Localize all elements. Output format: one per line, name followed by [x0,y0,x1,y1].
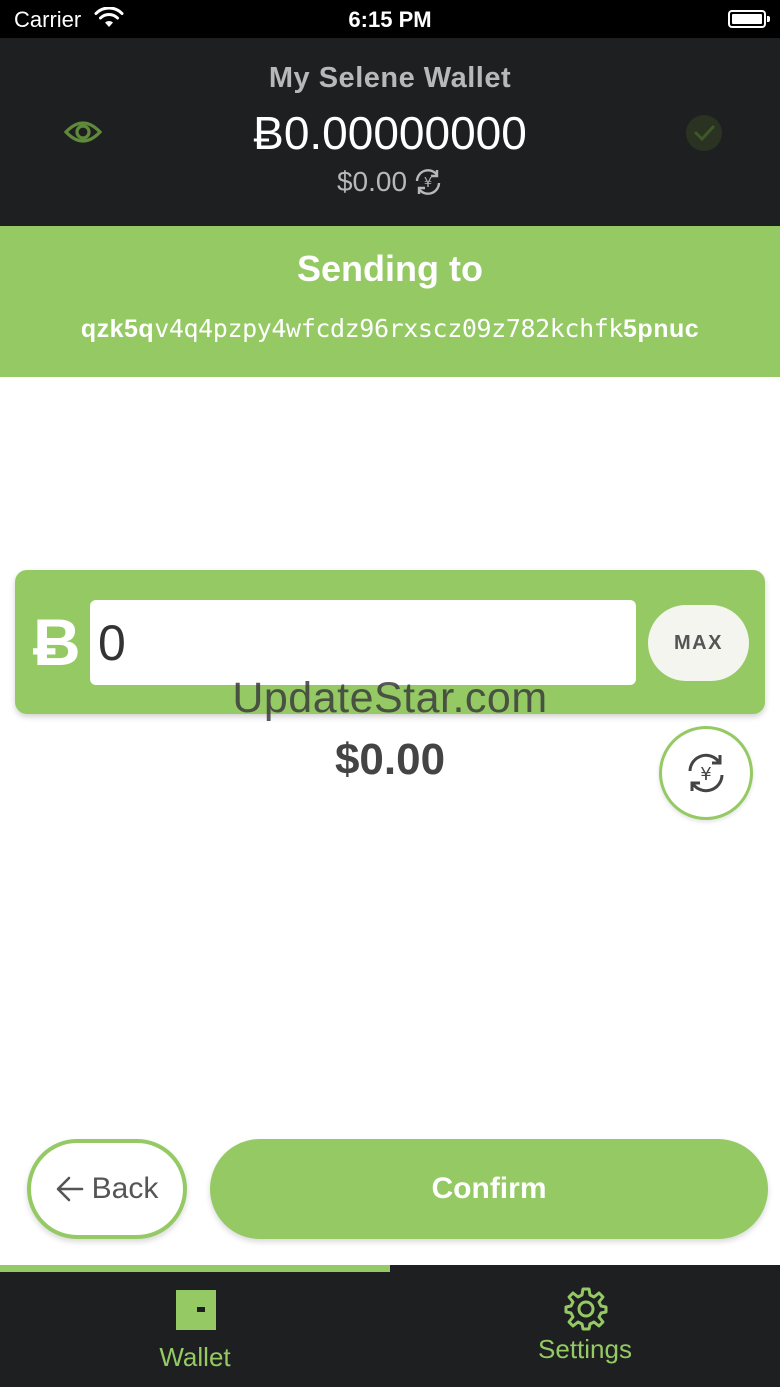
currency-swap-icon[interactable]: ¥ [413,167,443,197]
max-button[interactable]: MAX [648,605,749,681]
address-suffix: 5pnuc [623,315,700,343]
arrow-left-icon [56,1176,83,1202]
tab-settings-label: Settings [538,1334,632,1364]
tab-wallet-label: Wallet [159,1342,231,1372]
tab-bar: Wallet Settings [0,1265,780,1387]
balance-crypto: Ƀ0.00000000 [253,107,527,159]
amount-input[interactable] [90,600,636,685]
svg-text:¥: ¥ [700,764,711,785]
balance-fiat-row: $0.00 ¥ [0,166,780,198]
active-tab-indicator [0,1265,390,1272]
status-time: 6:15 PM [348,7,432,32]
address-prefix: qzk5q [80,315,155,343]
address-middle: v4q4pzpy4wfcdz96rxscz09z782kchfk [154,314,624,343]
battery-icon [728,10,770,28]
currency-swap-icon: ¥ [688,753,724,793]
wallet-header: My Selene Wallet Ƀ0.00000000 $0.00 ¥ [0,38,780,226]
back-button[interactable]: Back [27,1139,187,1239]
recipient-address: qzk5qv4q4pzpy4wfcdz96rxscz09z782kchfk5pn… [0,314,780,344]
svg-text:¥: ¥ [424,176,432,191]
currency-symbol: Ƀ [33,605,81,679]
sending-to-title: Sending to [297,248,483,289]
confirm-label: Confirm [431,1172,547,1205]
tab-wallet[interactable]: Wallet [0,1272,390,1387]
balance-fiat: $0.00 [336,166,408,197]
status-bar: Carrier 6:15 PM [0,0,780,38]
gear-icon [564,1287,608,1331]
wallet-icon [176,1290,216,1330]
sending-to-banner: Sending to qzk5qv4q4pzpy4wfcdz96rxscz09z… [0,226,780,377]
wallet-name: My Selene Wallet [268,62,512,94]
check-icon [686,115,722,151]
amount-card: Ƀ MAX [15,570,765,714]
tab-settings[interactable]: Settings [390,1272,780,1387]
currency-swap-button[interactable]: ¥ [659,726,753,820]
confirm-button[interactable]: Confirm [210,1139,768,1239]
back-label: Back [91,1172,159,1205]
